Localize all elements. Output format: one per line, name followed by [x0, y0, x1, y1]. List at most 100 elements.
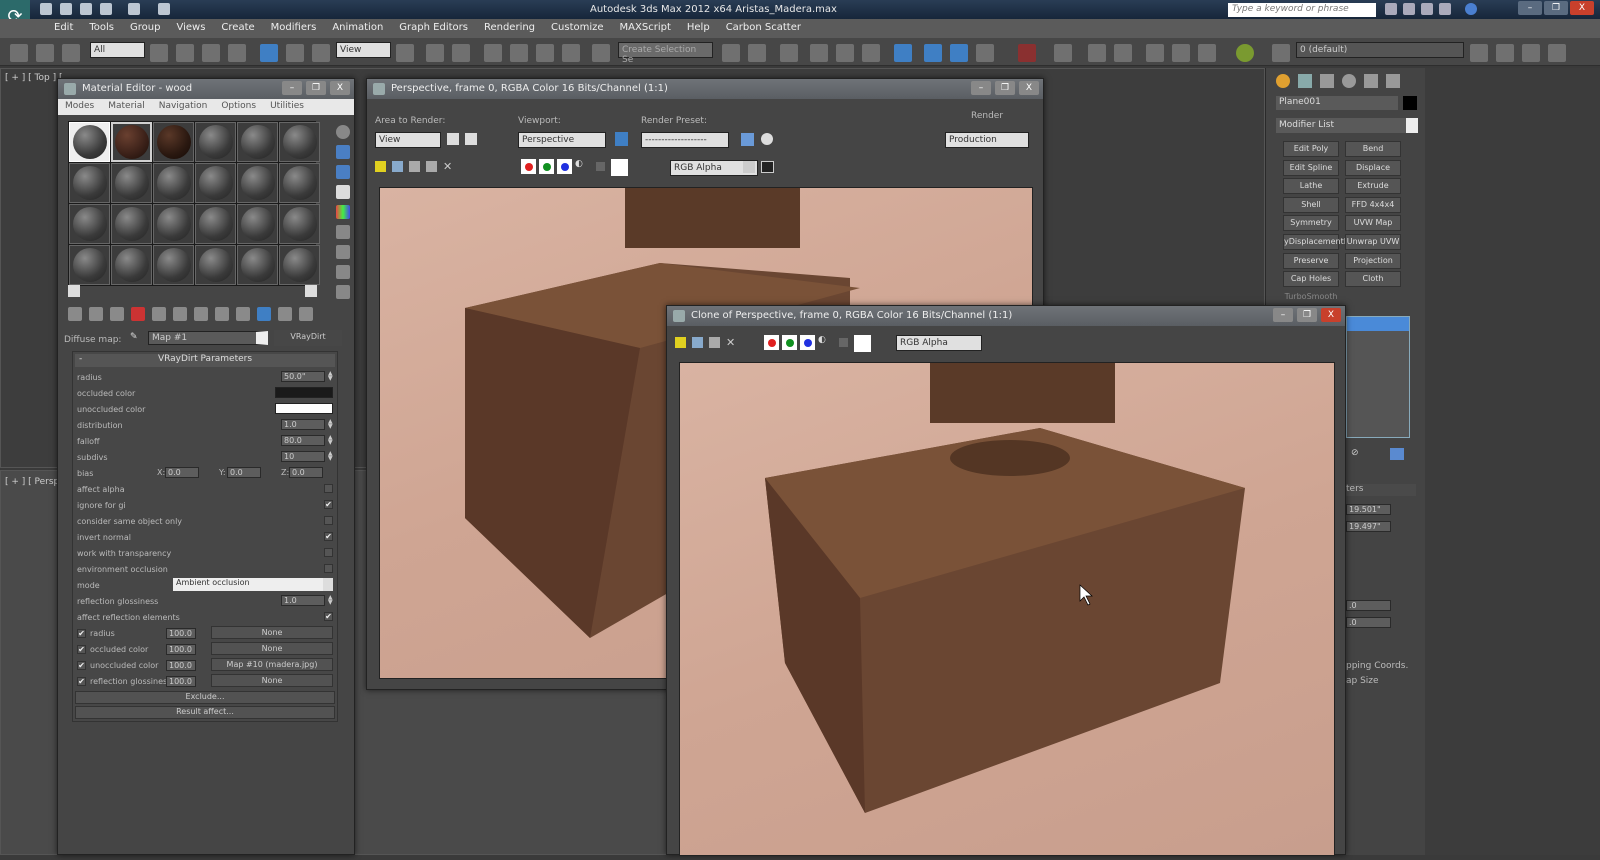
show-end-result-icon[interactable]	[257, 307, 271, 321]
get-material-icon[interactable]	[68, 307, 82, 321]
background-icon[interactable]	[336, 165, 350, 179]
me-menu-modes[interactable]: Modes	[58, 99, 101, 115]
stack-item-selected[interactable]	[1347, 317, 1409, 331]
material-slot[interactable]	[237, 245, 278, 285]
material-slot[interactable]	[111, 204, 152, 244]
monochrome-icon[interactable]	[839, 338, 848, 347]
menu-edit[interactable]: Edit	[46, 19, 81, 38]
parameters-rollout[interactable]: ters	[1346, 484, 1416, 496]
material-editor-icon[interactable]	[894, 44, 912, 62]
reference-coordinate-dropdown[interactable]: View	[336, 42, 391, 58]
spinner-arrows-icon[interactable]: ▲ ▼	[328, 451, 334, 462]
material-slot[interactable]	[195, 163, 236, 203]
rollout-header[interactable]: - VRayDirt Parameters	[75, 354, 335, 367]
menu-rendering[interactable]: Rendering	[476, 19, 543, 38]
material-slot[interactable]	[195, 122, 236, 162]
maximize-button[interactable]: ❐	[995, 81, 1015, 95]
manipulate-icon[interactable]	[426, 44, 444, 62]
move-icon[interactable]	[260, 44, 278, 62]
channel-dropdown[interactable]: RGB Alpha	[896, 335, 982, 351]
map-slot-button[interactable]: Map #10 (madera.jpg)	[211, 658, 333, 671]
render-production-icon[interactable]	[976, 44, 994, 62]
modifier-button-bend[interactable]: Bend	[1345, 141, 1401, 157]
material-slot[interactable]	[279, 163, 320, 203]
clone-window-icon[interactable]	[409, 161, 420, 172]
menu-create[interactable]: Create	[213, 19, 262, 38]
me-menu-options[interactable]: Options	[214, 99, 263, 115]
param-spinner[interactable]: 80.0	[281, 435, 325, 446]
param-spinner[interactable]: 10	[281, 451, 325, 462]
options-icon[interactable]	[336, 245, 350, 259]
material-slot[interactable]	[153, 245, 194, 285]
rectangle-region-icon[interactable]	[202, 44, 220, 62]
motion-tab-icon[interactable]	[1342, 74, 1356, 88]
auto-region-icon[interactable]	[465, 133, 477, 145]
modifier-button-uvw-map[interactable]: UVW Map	[1345, 215, 1401, 232]
spinner-arrows-icon[interactable]: ▲ ▼	[328, 435, 334, 446]
modifier-button-shell[interactable]: Shell	[1283, 196, 1339, 213]
pin-stack-icon[interactable]: ⊘	[1351, 448, 1359, 458]
swatch-color[interactable]	[854, 335, 871, 352]
print-icon[interactable]	[426, 161, 437, 172]
satellite-icon[interactable]	[1421, 3, 1433, 15]
param-spinner[interactable]: 50.0"	[281, 371, 325, 382]
scroll-left-button[interactable]	[68, 285, 80, 297]
maximize-button[interactable]: ❐	[306, 81, 326, 95]
menu-carbon-scatter[interactable]: Carbon Scatter	[718, 19, 809, 38]
viewport-label-perspective[interactable]: [ + ] [ Perspe	[5, 477, 65, 487]
clone-window-titlebar[interactable]: Clone of Perspective, frame 0, RGBA Colo…	[667, 306, 1345, 326]
close-button[interactable]: X	[1321, 308, 1341, 322]
new-layer-icon[interactable]	[1470, 44, 1488, 62]
material-slot[interactable]	[153, 204, 194, 244]
color-swatch[interactable]	[275, 403, 333, 414]
make-unique-icon[interactable]	[173, 307, 187, 321]
collapse-toggle[interactable]: -	[79, 354, 82, 364]
material-slot[interactable]	[111, 122, 152, 162]
map-type-button[interactable]: VRayDirt	[274, 330, 342, 346]
edit-named-selection-icon[interactable]	[592, 44, 610, 62]
menu-maxscript[interactable]: MAXScript	[612, 19, 679, 38]
material-slot[interactable]	[237, 204, 278, 244]
select-by-name-icon[interactable]	[176, 44, 194, 62]
material-slot[interactable]	[111, 163, 152, 203]
material-slot[interactable]	[195, 204, 236, 244]
map-slot-button[interactable]: None	[211, 626, 333, 639]
green-channel-toggle[interactable]	[782, 335, 797, 350]
new-icon[interactable]	[40, 3, 52, 15]
modifier-button-cloth[interactable]: Cloth	[1345, 271, 1401, 288]
open-icon[interactable]	[60, 3, 72, 15]
project-icon[interactable]	[158, 3, 170, 15]
video-color-check-icon[interactable]	[336, 205, 350, 219]
put-to-scene-icon[interactable]	[89, 307, 103, 321]
param-spinner[interactable]: 1.0	[281, 419, 325, 430]
mode-dropdown[interactable]: Ambient occlusion	[173, 578, 333, 591]
toggle-ui-overlay-icon[interactable]	[743, 161, 755, 173]
spinner-arrows-icon[interactable]: ▲ ▼	[328, 419, 334, 430]
add-icon[interactable]	[1496, 44, 1514, 62]
swatch-color[interactable]	[611, 159, 628, 176]
toggle-ui-icon[interactable]	[761, 161, 774, 173]
alpha-channel-icon[interactable]: ◐	[575, 159, 590, 174]
real-world-map-size-label[interactable]: ap Size	[1346, 676, 1379, 686]
width-spinner[interactable]: 19.497"	[1346, 521, 1391, 532]
copy-material-icon[interactable]	[152, 307, 166, 321]
material-slot[interactable]	[69, 245, 110, 285]
render-preset-dropdown[interactable]: -------------------	[641, 132, 729, 148]
save-icon[interactable]	[80, 3, 92, 15]
material-slot[interactable]	[237, 122, 278, 162]
scale-icon[interactable]	[312, 44, 330, 62]
scroll-right-button[interactable]	[305, 285, 317, 297]
checkbox[interactable]: ✔	[324, 500, 333, 509]
binoculars-icon[interactable]	[1385, 3, 1397, 15]
viewport-label-top[interactable]: [ + ] [ Top ] [	[5, 73, 62, 83]
restore-button[interactable]: ❐	[1544, 1, 1568, 15]
map-slot-button[interactable]: None	[211, 674, 333, 687]
sample-uv-tiling-icon[interactable]	[336, 185, 350, 199]
material-slot[interactable]	[69, 163, 110, 203]
checkbox[interactable]	[324, 484, 333, 493]
close-button[interactable]: X	[1570, 1, 1594, 15]
spinner-arrows-icon[interactable]: ▲ ▼	[328, 595, 334, 606]
keyboard-shortcut-icon[interactable]	[452, 44, 470, 62]
cloned-image[interactable]	[679, 362, 1335, 856]
go-forward-sibling-icon[interactable]	[299, 307, 313, 321]
